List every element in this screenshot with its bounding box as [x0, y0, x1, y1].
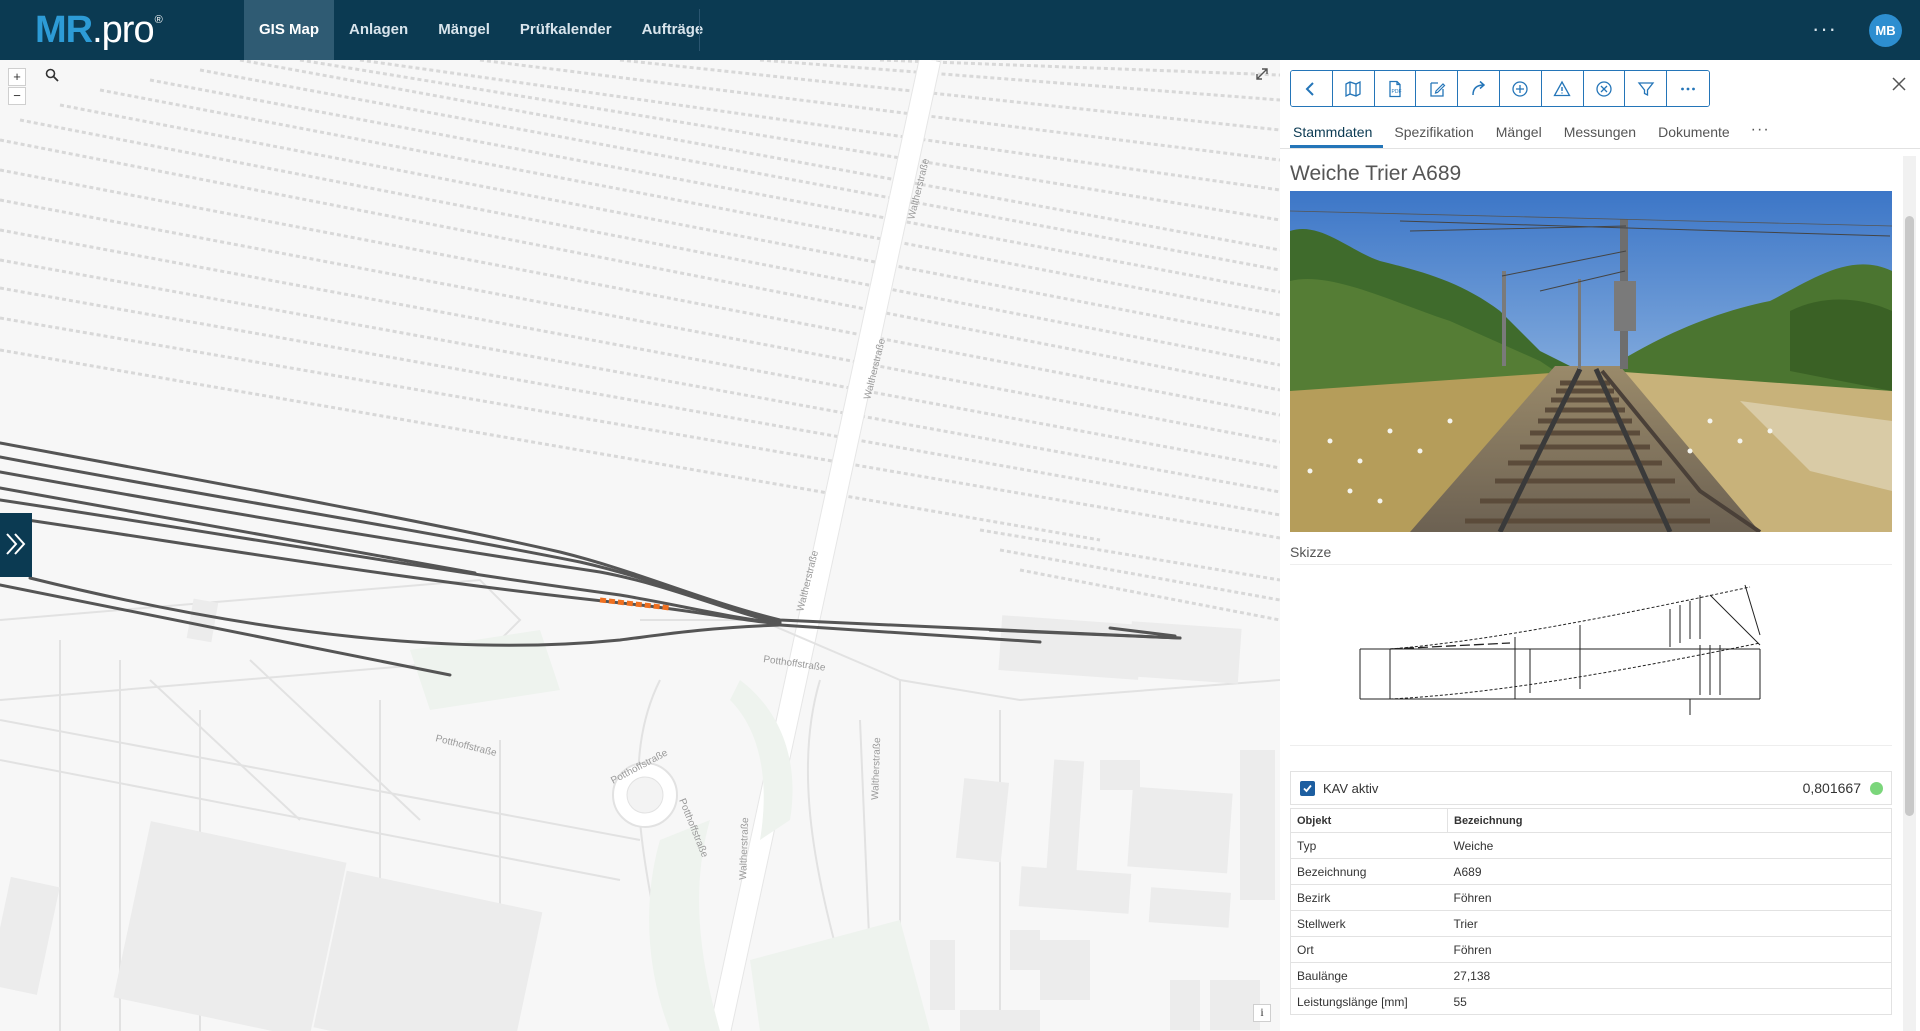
street-label: Waltherstraße	[870, 737, 883, 800]
attribute-value: 55	[1447, 988, 1892, 1015]
tracks	[0, 441, 1182, 677]
nav-anlagen[interactable]: Anlagen	[334, 0, 423, 60]
document-icon: PDF	[1389, 80, 1401, 97]
kav-value: 0,801667	[1802, 780, 1861, 796]
column-header: Bezeichnung	[1447, 808, 1892, 833]
attribute-value: Föhren	[1447, 936, 1892, 963]
check-icon	[1303, 784, 1312, 792]
attribute-key: Typ	[1290, 832, 1448, 859]
logo-pro: .pro	[92, 9, 154, 51]
nav-gis-map[interactable]: GIS Map	[244, 0, 335, 60]
filter-button[interactable]	[1625, 71, 1668, 106]
table-row: Baulänge 27,138	[1290, 962, 1892, 989]
detail-toolbar: PDF	[1290, 70, 1710, 107]
filter-icon	[1637, 81, 1655, 96]
detail-tabs: Stammdaten Spezifikation Mängel Messunge…	[1290, 115, 1780, 148]
tab-messungen[interactable]: Messungen	[1553, 115, 1647, 148]
cancel-button[interactable]	[1583, 71, 1626, 106]
scrollbar-thumb[interactable]	[1905, 216, 1914, 816]
attribute-value: Weiche	[1447, 832, 1892, 859]
top-bar: MR .pro ® GIS Map Anlagen Mängel Prüfkalen…	[0, 0, 1920, 60]
close-panel-button[interactable]	[1887, 72, 1911, 96]
table-header-row: Objekt Bezeichnung	[1290, 808, 1892, 833]
tabs-more-button[interactable]: ···	[1741, 115, 1780, 148]
plus-circle-icon	[1512, 80, 1529, 97]
table-row: Ort Föhren	[1290, 936, 1892, 963]
fullscreen-icon[interactable]	[1253, 67, 1271, 85]
gis-map[interactable]: Waltherstraße Waltherstraße Waltherstraß…	[0, 60, 1280, 1031]
nav-maengel[interactable]: Mängel	[423, 0, 505, 60]
nav-pruefkalender[interactable]: Prüfkalender	[505, 0, 627, 60]
detail-content: Weiche Trier A689 Skizze KAV aktiv 0,801…	[1280, 149, 1900, 1031]
street-labels: Waltherstraße Waltherstraße Waltherstraß…	[434, 157, 932, 880]
double-chevron-right-icon	[6, 533, 26, 555]
street-label: Waltherstraße	[738, 817, 751, 880]
attribute-value: A689	[1447, 858, 1892, 885]
close-icon	[1892, 77, 1906, 91]
close-circle-icon	[1596, 80, 1612, 97]
sidebar-expand-button[interactable]	[0, 513, 32, 577]
attribute-key: Baulänge	[1290, 962, 1448, 989]
zoom-in-button[interactable]: +	[8, 68, 26, 86]
tab-stammdaten[interactable]: Stammdaten	[1290, 115, 1384, 148]
app-logo[interactable]: MR .pro ®	[35, 10, 163, 52]
table-row: Leistungslänge [mm] 55	[1290, 988, 1892, 1015]
background-tracks	[0, 60, 1280, 622]
redo-icon	[1471, 80, 1485, 95]
attribute-key: Ort	[1290, 936, 1448, 963]
attribute-value: 27,138	[1447, 962, 1892, 989]
tab-maengel[interactable]: Mängel	[1485, 115, 1553, 148]
attribute-value: Trier	[1447, 910, 1892, 937]
column-header: Objekt	[1290, 808, 1448, 833]
svg-text:PDF: PDF	[1391, 89, 1401, 95]
table-row: Bezeichnung A689	[1290, 858, 1892, 885]
map-icon	[1345, 80, 1361, 97]
add-button[interactable]	[1499, 71, 1542, 106]
edit-button[interactable]	[1416, 71, 1459, 106]
kav-checkbox[interactable]	[1300, 780, 1315, 796]
nav-divider	[699, 9, 700, 51]
attribute-table: Objekt Bezeichnung Typ Weiche Bezeichnung…	[1290, 808, 1892, 1015]
table-row: Bezirk Föhren	[1290, 884, 1892, 911]
user-avatar[interactable]: MB	[1869, 14, 1902, 47]
attribute-key: Leistungslänge [mm]	[1290, 988, 1448, 1015]
object-title: Weiche Trier A689	[1290, 162, 1462, 185]
object-photo[interactable]	[1290, 191, 1892, 532]
table-row: Stellwerk Trier	[1290, 910, 1892, 937]
show-on-map-button[interactable]	[1332, 71, 1375, 106]
kav-status-indicator	[1870, 781, 1883, 795]
tab-spezifikation[interactable]: Spezifikation	[1383, 115, 1484, 148]
attribute-key: Stellwerk	[1290, 910, 1448, 937]
attribute-value: Föhren	[1447, 884, 1892, 911]
nav-auftraege[interactable]: Aufträge	[627, 0, 719, 60]
back-button[interactable]	[1291, 71, 1333, 106]
more-menu-icon[interactable]: ···	[1812, 18, 1837, 40]
panel-scrollbar[interactable]	[1903, 156, 1916, 1031]
attribute-key: Bezeichnung	[1290, 858, 1448, 885]
map-info-button[interactable]: i	[1253, 1004, 1271, 1022]
kav-row: KAV aktiv 0,801667	[1290, 771, 1892, 805]
edit-document-icon	[1430, 81, 1446, 97]
forward-button[interactable]	[1458, 71, 1500, 106]
switch-sketch[interactable]	[1290, 564, 1892, 746]
kav-label: KAV aktiv	[1323, 780, 1379, 796]
more-icon	[1681, 87, 1695, 90]
logo-mr: MR	[35, 9, 93, 51]
detail-panel: PDF Stammdaten Spezifikation Mängel Mess…	[1280, 60, 1920, 1031]
street-label: Potthoffstraße	[434, 733, 498, 759]
report-defect-button[interactable]	[1541, 71, 1584, 106]
warning-icon	[1553, 80, 1571, 96]
attribute-key: Bezirk	[1290, 884, 1448, 911]
toolbar-more-button[interactable]	[1667, 71, 1709, 106]
logo-registered: ®	[154, 14, 163, 26]
main-nav: GIS Map Anlagen Mängel Prüfkalender Auft…	[244, 0, 718, 60]
table-row: Typ Weiche	[1290, 832, 1892, 859]
chevron-left-icon	[1305, 81, 1315, 96]
zoom-out-button[interactable]: −	[8, 87, 26, 105]
document-button[interactable]: PDF	[1374, 71, 1417, 106]
sketch-label: Skizze	[1290, 544, 1332, 560]
map-canvas: Waltherstraße Waltherstraße Waltherstraß…	[0, 60, 1280, 1031]
tab-dokumente[interactable]: Dokumente	[1647, 115, 1741, 148]
map-search-icon[interactable]	[43, 68, 61, 86]
